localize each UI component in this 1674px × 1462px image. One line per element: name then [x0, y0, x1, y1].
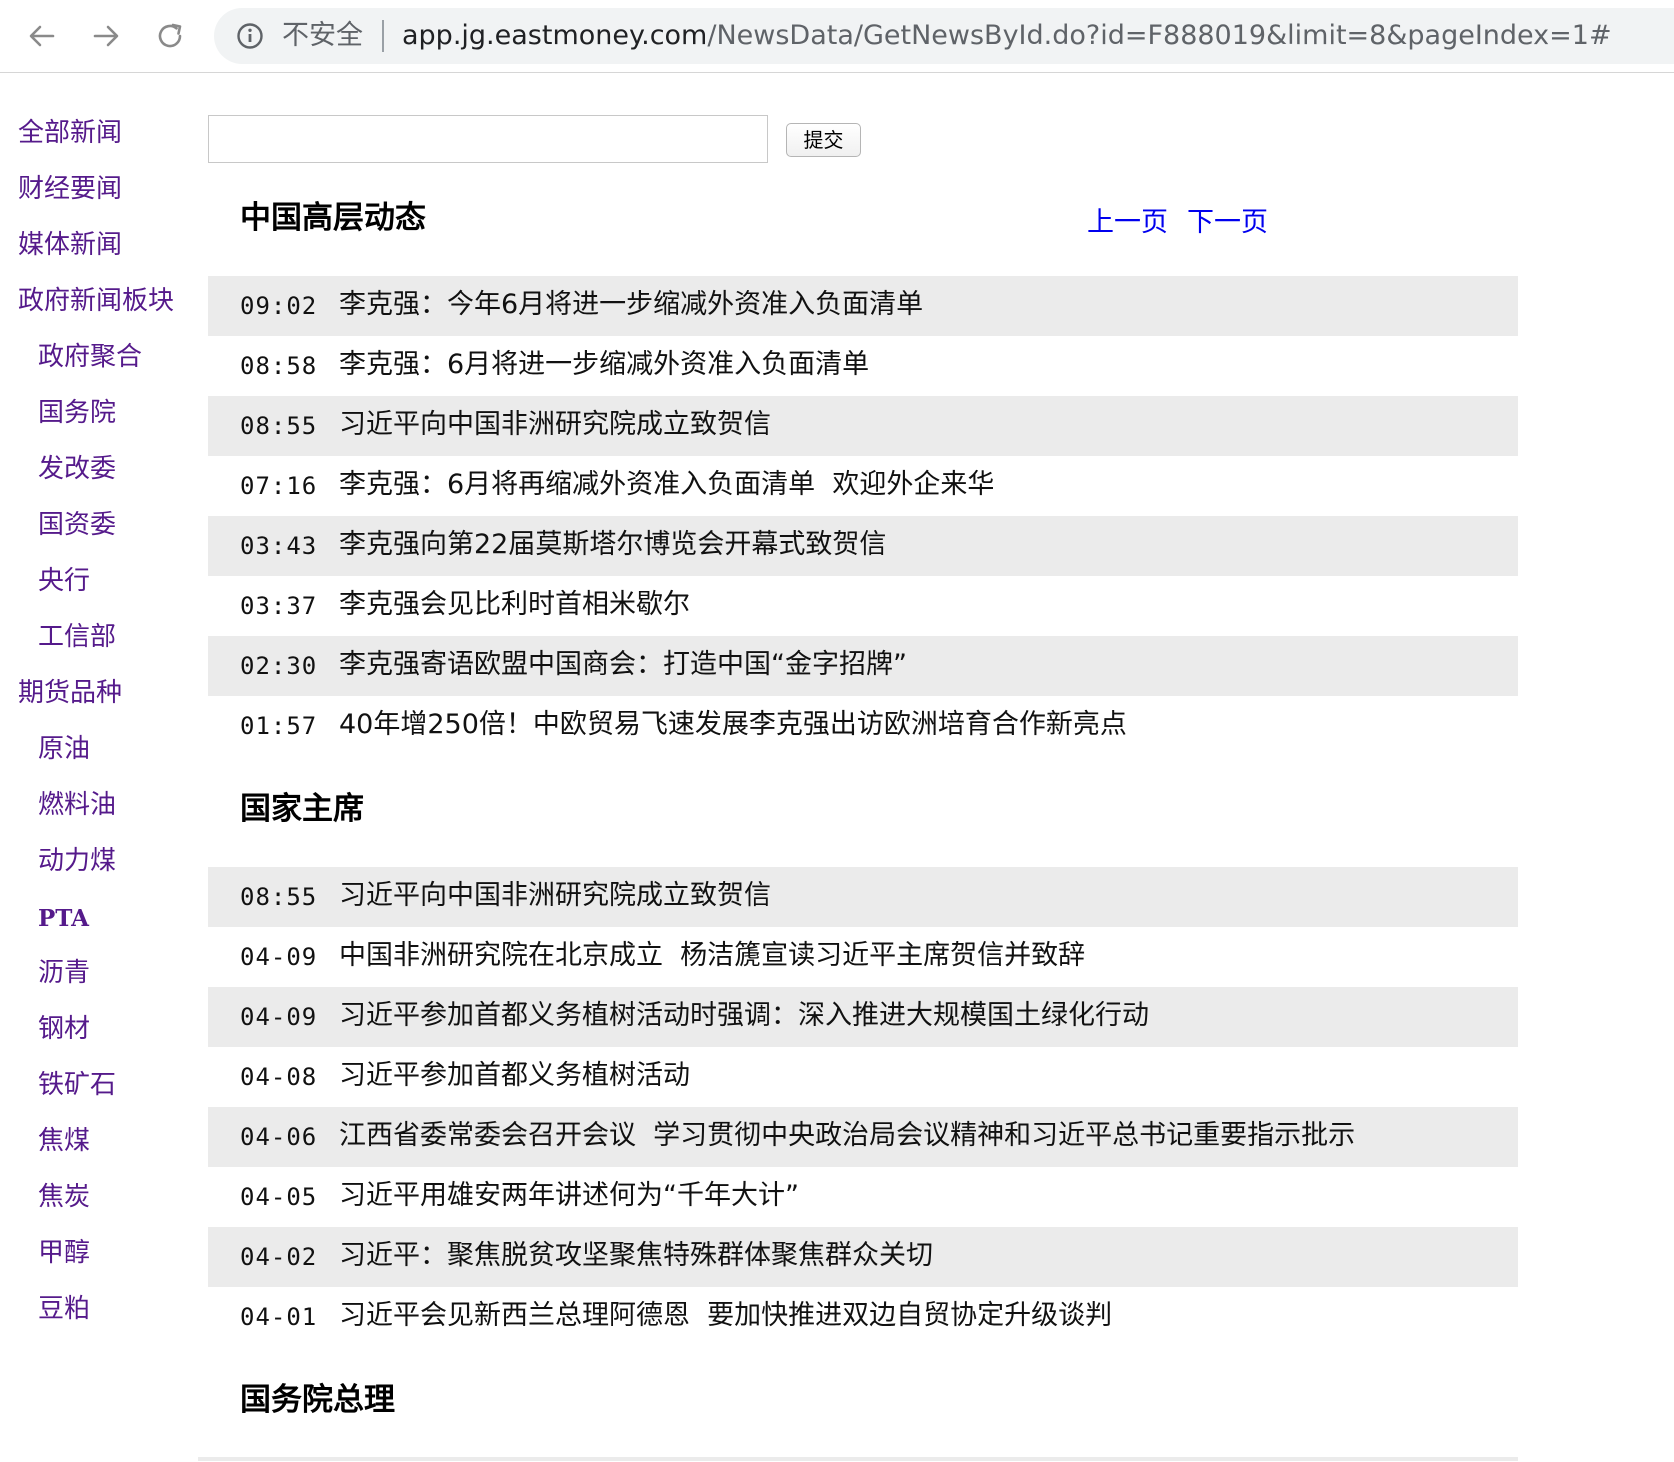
news-title-link[interactable]: 习近平向中国非洲研究院成立致贺信 [339, 408, 771, 442]
news-row[interactable]: 08:55 习近平向中国非洲研究院成立致贺信 [208, 867, 1518, 927]
news-row[interactable]: 09:02 李克强：今年6月将进一步缩减外资准入负面清单 [208, 276, 1518, 336]
address-bar[interactable]: 不安全 app.jg.eastmoney.com/NewsData/GetNew… [214, 8, 1674, 64]
news-time: 08:55 [240, 883, 318, 911]
news-title-link[interactable]: 李克强寄语欧盟中国商会：打造中国“金字招牌” [339, 648, 907, 682]
section-divider [198, 1457, 1518, 1461]
news-row[interactable]: 04-02 习近平：聚焦脱贫攻坚聚焦特殊群体聚焦群众关切 [208, 1227, 1518, 1287]
news-row[interactable]: 04-01 习近平会见新西兰总理阿德恩 要加快推进双边自贸协定升级谈判 [208, 1287, 1518, 1347]
sidebar-item-pta[interactable]: PTA [38, 903, 89, 935]
news-time: 08:55 [240, 412, 318, 440]
forward-arrow-icon [93, 25, 119, 47]
sidebar-item-coke[interactable]: 焦炭 [38, 1181, 90, 1213]
news-time: 03:37 [240, 592, 318, 620]
submit-button[interactable]: 提交 [786, 123, 861, 157]
sidebar-item-crude-oil[interactable]: 原油 [38, 733, 90, 765]
forward-button[interactable] [86, 16, 126, 56]
sidebar-item-government-news[interactable]: 政府新闻板块 [18, 285, 174, 317]
info-icon[interactable] [236, 22, 264, 50]
news-time: 04-08 [240, 1063, 318, 1091]
news-time: 09:02 [240, 292, 318, 320]
sidebar-item-steel[interactable]: 钢材 [38, 1013, 90, 1045]
sidebar-item-finance-news[interactable]: 财经要闻 [18, 173, 122, 205]
sidebar-item-futures[interactable]: 期货品种 [18, 677, 122, 709]
sidebar-item-central-bank[interactable]: 央行 [38, 565, 90, 597]
sidebar-item-all-news[interactable]: 全部新闻 [18, 117, 122, 149]
section-title-leadership: 中国高层动态 [240, 200, 426, 236]
news-row[interactable]: 01:57 40年增250倍！中欧贸易飞速发展李克强出访欧洲培育合作新亮点 [208, 696, 1518, 756]
sidebar-item-miit[interactable]: 工信部 [38, 621, 116, 653]
url-text[interactable]: app.jg.eastmoney.com/NewsData/GetNewsByI… [402, 20, 1612, 52]
sidebar-item-gov-aggregate[interactable]: 政府聚合 [38, 341, 142, 373]
search-input[interactable] [208, 115, 768, 163]
news-title-link[interactable]: 习近平：聚焦脱贫攻坚聚焦特殊群体聚焦群众关切 [339, 1239, 933, 1273]
news-title-link[interactable]: 江西省委常委会召开会议 学习贯彻中央政治局会议精神和习近平总书记重要指示批示 [339, 1119, 1355, 1153]
news-time: 04-05 [240, 1183, 318, 1211]
news-title-link[interactable]: 李克强：6月将进一步缩减外资准入负面清单 [339, 348, 869, 382]
news-title-link[interactable]: 习近平会见新西兰总理阿德恩 要加快推进双边自贸协定升级谈判 [339, 1299, 1112, 1333]
sidebar-item-soybean-meal[interactable]: 豆粕 [38, 1293, 90, 1325]
sidebar-item-methanol[interactable]: 甲醇 [38, 1237, 90, 1269]
news-time: 04-01 [240, 1303, 318, 1331]
news-title-link[interactable]: 李克强：今年6月将进一步缩减外资准入负面清单 [339, 288, 923, 322]
news-time: 03:43 [240, 532, 318, 560]
news-row[interactable]: 03:37 李克强会见比利时首相米歇尔 [208, 576, 1518, 636]
news-time: 01:57 [240, 712, 318, 740]
news-row[interactable]: 04-09 习近平参加首都义务植树活动时强调：深入推进大规模国土绿化行动 [208, 987, 1518, 1047]
news-title-link[interactable]: 习近平参加首都义务植树活动 [339, 1059, 690, 1093]
news-title-link[interactable]: 40年增250倍！中欧贸易飞速发展李克强出访欧洲培育合作新亮点 [339, 708, 1127, 742]
news-title-link[interactable]: 习近平向中国非洲研究院成立致贺信 [339, 879, 771, 913]
back-arrow-icon [29, 25, 55, 47]
news-row[interactable]: 03:43 李克强向第22届莫斯塔尔博览会开幕式致贺信 [208, 516, 1518, 576]
section-title-premier: 国务院总理 [240, 1382, 395, 1418]
news-row[interactable]: 08:58 李克强：6月将进一步缩减外资准入负面清单 [208, 336, 1518, 396]
news-title-link[interactable]: 习近平参加首都义务植树活动时强调：深入推进大规模国土绿化行动 [339, 999, 1149, 1033]
sidebar-item-fuel-oil[interactable]: 燃料油 [38, 789, 116, 821]
news-time: 04-02 [240, 1243, 318, 1271]
reload-icon [158, 23, 182, 48]
security-label[interactable]: 不安全 [282, 20, 363, 52]
news-time: 04-09 [240, 943, 318, 971]
next-page-link[interactable]: 下一页 [1187, 206, 1268, 240]
address-bar-divider [382, 20, 384, 52]
news-row[interactable]: 04-05 习近平用雄安两年讲述何为“千年大计” [208, 1167, 1518, 1227]
news-row[interactable]: 07:16 李克强：6月将再缩减外资准入负面清单 欢迎外企来华 [208, 456, 1518, 516]
prev-page-link[interactable]: 上一页 [1087, 206, 1168, 240]
sidebar-item-ndrc[interactable]: 发改委 [38, 453, 116, 485]
sidebar-item-asphalt[interactable]: 沥青 [38, 957, 90, 989]
news-row[interactable]: 04-09 中国非洲研究院在北京成立 杨洁篪宣读习近平主席贺信并致辞 [208, 927, 1518, 987]
news-title-link[interactable]: 李克强向第22届莫斯塔尔博览会开幕式致贺信 [339, 528, 886, 562]
news-title-link[interactable]: 习近平用雄安两年讲述何为“千年大计” [339, 1179, 799, 1213]
browser-toolbar: 不安全 app.jg.eastmoney.com/NewsData/GetNew… [0, 0, 1674, 73]
reload-button[interactable] [150, 16, 190, 56]
url-path: /NewsData/GetNewsById.do?id=F888019&limi… [707, 20, 1612, 51]
news-time: 08:58 [240, 352, 318, 380]
sidebar-item-coking-coal[interactable]: 焦煤 [38, 1125, 90, 1157]
sidebar-item-thermal-coal[interactable]: 动力煤 [38, 845, 116, 877]
section-title-president: 国家主席 [240, 791, 364, 827]
sidebar-item-sasac[interactable]: 国资委 [38, 509, 116, 541]
news-time: 04-06 [240, 1123, 318, 1151]
news-row[interactable]: 02:30 李克强寄语欧盟中国商会：打造中国“金字招牌” [208, 636, 1518, 696]
news-row[interactable]: 04-08 习近平参加首都义务植树活动 [208, 1047, 1518, 1107]
news-row[interactable]: 04-06 江西省委常委会召开会议 学习贯彻中央政治局会议精神和习近平总书记重要… [208, 1107, 1518, 1167]
sidebar-item-state-council[interactable]: 国务院 [38, 397, 116, 429]
news-time: 02:30 [240, 652, 318, 680]
news-title-link[interactable]: 李克强会见比利时首相米歇尔 [339, 588, 690, 622]
sidebar-item-iron-ore[interactable]: 铁矿石 [38, 1069, 116, 1101]
news-time: 04-09 [240, 1003, 318, 1031]
news-row[interactable]: 08:55 习近平向中国非洲研究院成立致贺信 [208, 396, 1518, 456]
news-title-link[interactable]: 中国非洲研究院在北京成立 杨洁篪宣读习近平主席贺信并致辞 [339, 939, 1085, 973]
sidebar-item-media-news[interactable]: 媒体新闻 [18, 229, 122, 261]
news-time: 07:16 [240, 472, 318, 500]
news-title-link[interactable]: 李克强：6月将再缩减外资准入负面清单 欢迎外企来华 [339, 468, 994, 502]
url-host: app.jg.eastmoney.com [402, 20, 708, 51]
back-button[interactable] [22, 16, 62, 56]
